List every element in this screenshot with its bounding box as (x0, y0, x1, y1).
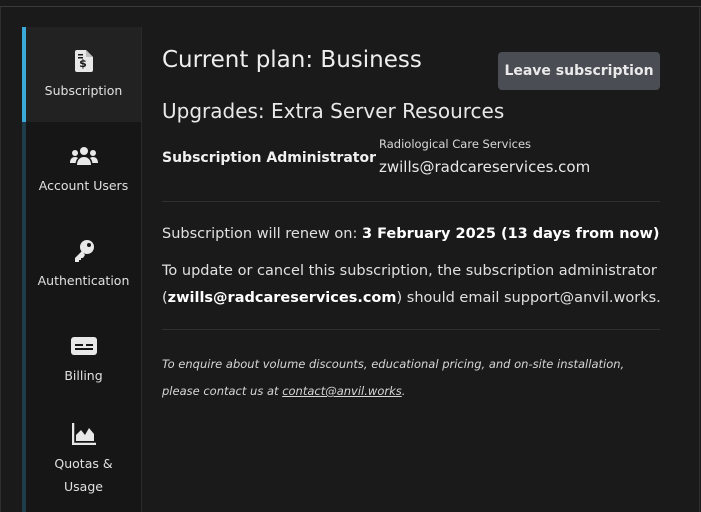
renewal-date: 3 February 2025 (13 days from now) (361, 226, 660, 242)
sidebar-item-label: Account Users (38, 177, 129, 193)
renewal-text: Subscription will renew on: 3 February 2… (162, 226, 660, 242)
admin-label: Subscription Administrator (162, 150, 376, 166)
top-border (0, 6, 701, 7)
admin-email: zwills@radcareservices.com (379, 158, 591, 176)
upgrades-heading: Upgrades: Extra Server Resources (162, 99, 505, 123)
left-border (0, 7, 1, 512)
enquire-end: . (401, 384, 406, 398)
update-email: zwills@radcareservices.com (167, 290, 397, 306)
sidebar-item-quotas-usage[interactable]: Quotas & Usage (26, 407, 141, 512)
svg-text:$: $ (79, 57, 87, 70)
update-suffix: ) should email support@anvil.works. (396, 290, 661, 306)
credit-card-icon (70, 333, 98, 359)
sidebar-item-label: Subscription (44, 82, 123, 98)
sidebar-item-label: Authentication (37, 272, 130, 288)
sidebar-item-label-line2: Usage (64, 479, 103, 494)
dollar-document-icon: $ (70, 48, 98, 74)
area-chart-icon (70, 421, 98, 447)
sidebar-divider (141, 27, 142, 512)
enquire-text: To enquire about volume discounts, educa… (162, 351, 662, 405)
sidebar: $ Subscription Account Users Authenticat… (22, 27, 141, 512)
sidebar-item-authentication[interactable]: Authentication (26, 217, 141, 312)
update-instructions: To update or cancel this subscription, t… (162, 258, 662, 312)
page-title: Current plan: Business (162, 47, 422, 73)
divider (162, 329, 660, 330)
sidebar-item-billing[interactable]: Billing (26, 312, 141, 407)
divider (162, 201, 660, 202)
sidebar-item-account-users[interactable]: Account Users (26, 122, 141, 217)
sidebar-item-label: Quotas & (54, 456, 113, 471)
key-icon (70, 238, 98, 264)
right-border (699, 7, 700, 512)
organization-name: Radiological Care Services (379, 137, 532, 151)
users-icon (69, 143, 98, 169)
renewal-prefix: Subscription will renew on: (162, 226, 362, 242)
leave-subscription-button[interactable]: Leave subscription (498, 52, 660, 90)
contact-link[interactable]: contact@anvil.works (282, 384, 402, 398)
sidebar-item-subscription[interactable]: $ Subscription (22, 27, 141, 122)
sidebar-item-label: Billing (64, 367, 103, 383)
